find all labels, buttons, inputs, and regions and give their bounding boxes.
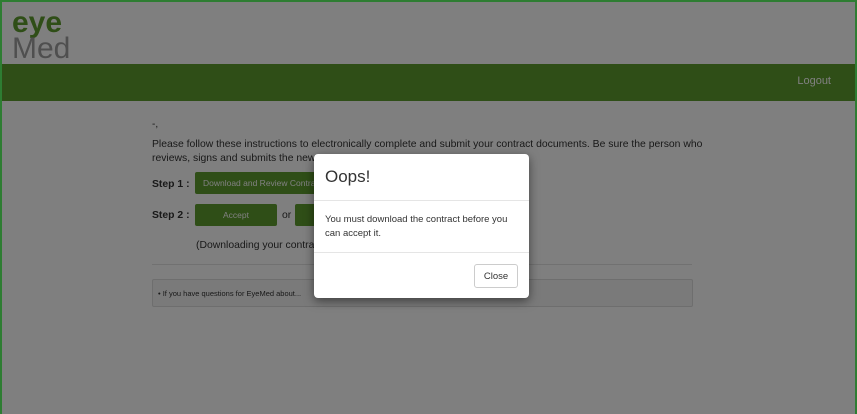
oops-dialog: Oops! You must download the contract bef… [314, 154, 529, 298]
modal-title: Oops! [325, 167, 371, 186]
modal-footer: Close [314, 252, 529, 298]
close-button[interactable]: Close [474, 264, 518, 288]
modal-message: You must download the contract before yo… [325, 214, 508, 239]
modal-header: Oops! [314, 154, 529, 201]
